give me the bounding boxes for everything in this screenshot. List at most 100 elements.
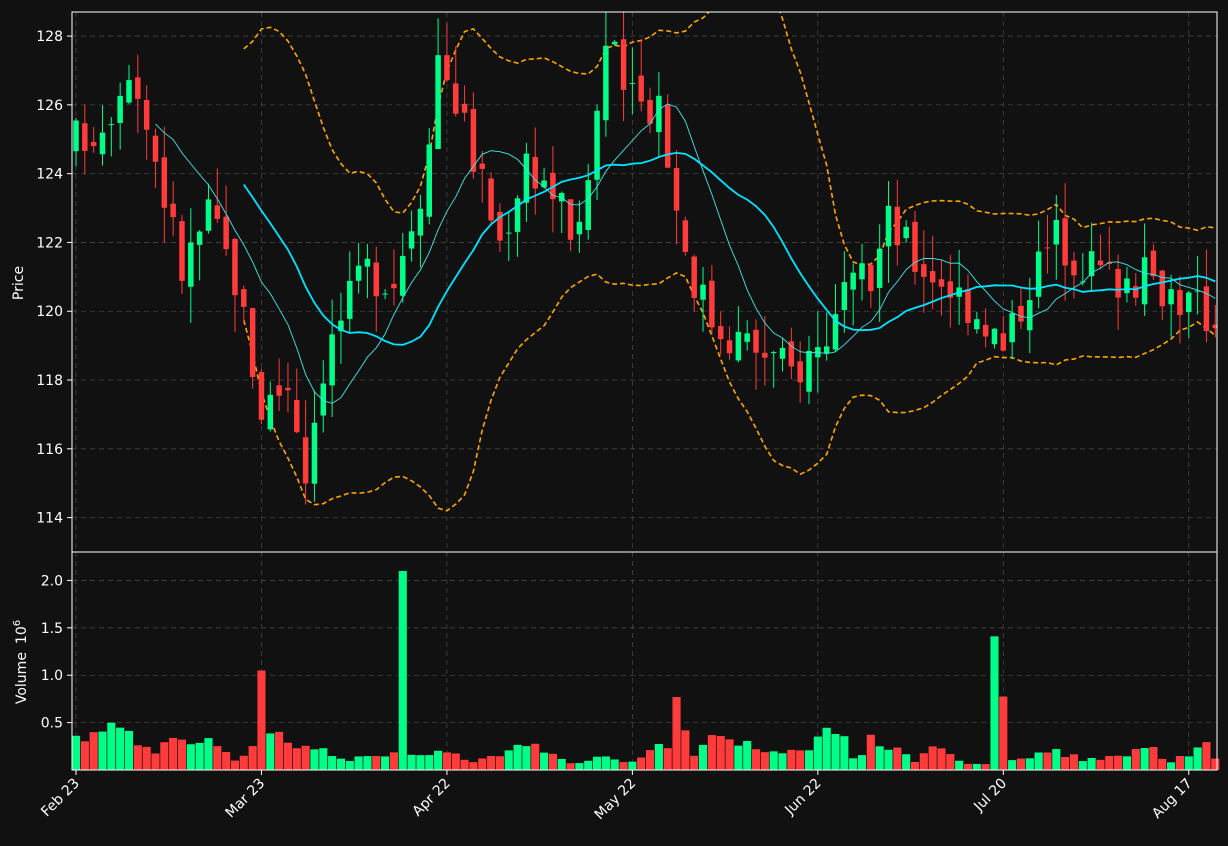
x-tick-label: Jul 20 — [970, 776, 1010, 816]
volume-bar — [760, 752, 769, 770]
candle-body — [90, 141, 97, 147]
volume-bar — [363, 756, 372, 770]
candle-body — [152, 135, 159, 162]
candle-body — [938, 279, 945, 287]
volume-bar — [575, 763, 584, 770]
bollinger-lower-line — [243, 272, 1216, 512]
candle-body — [479, 163, 485, 169]
volume-bar — [1167, 762, 1176, 770]
volume-bar — [257, 670, 266, 770]
volume-bar — [1158, 758, 1167, 770]
candle-body — [188, 242, 194, 287]
candle-body — [629, 83, 636, 85]
volume-bar — [513, 744, 522, 770]
candle-body — [444, 55, 450, 81]
candle-body — [1177, 290, 1183, 315]
candle-body — [426, 144, 432, 217]
volume-bar — [319, 748, 328, 770]
volume-bar — [204, 738, 213, 770]
volume-bar — [857, 755, 867, 770]
volume-bar — [301, 745, 310, 770]
candle-body — [435, 55, 441, 149]
volume-bar — [469, 762, 478, 770]
x-tick-label: May 22 — [592, 776, 640, 824]
candle-body — [541, 180, 547, 188]
candle-body — [258, 372, 265, 420]
candle-body — [532, 156, 538, 189]
candle-body — [391, 283, 397, 289]
candle-body — [488, 178, 494, 221]
volume-bar — [893, 747, 902, 770]
volume-bar — [1052, 749, 1061, 770]
volume-bar — [354, 756, 363, 770]
volume-bar — [230, 760, 240, 770]
x-tick-label: Jun 22 — [781, 776, 824, 819]
candle-body — [294, 400, 300, 433]
volume-tick-label: 2.0 — [41, 573, 63, 589]
volume-bar — [142, 746, 151, 770]
candle-body — [974, 319, 980, 330]
candle-body — [108, 124, 115, 126]
candle-body — [903, 226, 909, 239]
candle-body — [205, 199, 212, 231]
candle-body — [143, 100, 150, 130]
volume-bar — [1184, 756, 1193, 770]
price-tick-label: 124 — [36, 167, 63, 183]
candle-body — [1018, 305, 1024, 322]
volume-bar — [434, 750, 443, 770]
candle-body — [691, 256, 697, 298]
volume-bar — [681, 730, 690, 770]
volume-bar — [716, 735, 725, 770]
candle-body — [611, 41, 618, 45]
volume-bar — [1193, 747, 1202, 770]
candle-body — [673, 168, 680, 211]
x-tick-label: Mar 23 — [223, 776, 269, 822]
volume-bar — [999, 696, 1008, 770]
volume-axis-label: Volume 106 — [12, 620, 30, 704]
candle-body — [850, 272, 856, 290]
candle-body — [717, 326, 724, 340]
volume-bar — [1078, 761, 1087, 770]
volume-bar — [637, 757, 646, 770]
volume-bar — [725, 739, 734, 770]
volume-bar — [990, 636, 999, 770]
volume-bar — [946, 754, 955, 770]
volume-bar — [937, 748, 946, 770]
candle-body — [779, 347, 786, 359]
candle-body — [929, 271, 936, 283]
volume-bar — [654, 744, 663, 770]
candle-body — [603, 45, 609, 121]
volume-bar — [822, 727, 831, 770]
volume-bar — [1061, 756, 1070, 770]
candle-body — [664, 104, 671, 168]
volume-bar — [522, 746, 531, 770]
volume-bar — [495, 756, 504, 770]
candle-body — [99, 132, 106, 155]
volume-bar — [769, 751, 778, 770]
volume-bar — [1016, 758, 1026, 770]
candle-body — [214, 205, 221, 219]
volume-bar — [177, 739, 187, 770]
candle-body — [585, 180, 591, 230]
volume-bar — [1149, 747, 1158, 770]
candle-body — [638, 75, 644, 102]
volume-bar — [1175, 756, 1184, 770]
volume-bar — [1008, 760, 1017, 770]
candle-body — [709, 280, 715, 328]
volume-bar — [972, 763, 981, 770]
candle-body — [1150, 250, 1157, 277]
volume-bar — [275, 731, 284, 770]
x-tick-label: Apr 22 — [410, 776, 454, 820]
stock-chart: 114 116 118 120 122 124 126 128 0.5 1.0 1.5 2.0 Feb … — [0, 0, 1228, 842]
volume-bar — [160, 742, 169, 770]
volume-bar — [328, 756, 337, 770]
volume-bar — [487, 755, 496, 770]
candle-body — [1124, 278, 1130, 294]
volume-bar — [663, 748, 672, 770]
bollinger-upper-line — [243, 12, 1216, 266]
volume-bar — [98, 731, 107, 770]
candle-body — [249, 308, 256, 377]
volume-bar — [151, 753, 160, 770]
volume-bar — [743, 740, 752, 770]
candle-body — [744, 333, 750, 342]
